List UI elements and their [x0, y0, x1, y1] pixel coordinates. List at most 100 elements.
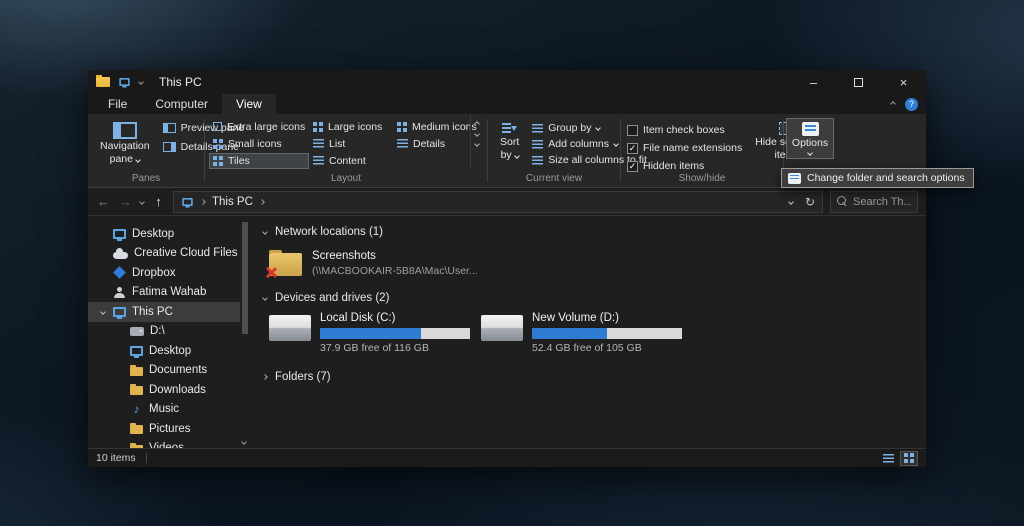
- hard-drive-icon: [269, 315, 311, 341]
- options-button[interactable]: Options: [785, 118, 835, 159]
- layout-gallery-scrollbar[interactable]: [470, 114, 482, 169]
- sidebar-item-pictures[interactable]: Pictures: [88, 419, 240, 439]
- this-pc-qat-icon[interactable]: [119, 78, 130, 88]
- sidebar-item-creative-cloud-files[interactable]: Creative Cloud Files: [88, 244, 240, 264]
- details-pane-icon: [162, 142, 176, 152]
- ribbon-group-show-hide: Item check boxes ✓ File name extensions …: [621, 114, 819, 187]
- scroll-down-icon[interactable]: [240, 439, 247, 445]
- large-icons-view-toggle-button[interactable]: [900, 450, 918, 466]
- group-by-icon: [532, 123, 544, 133]
- group-header-folders[interactable]: Folders (7): [262, 371, 926, 383]
- group-header-network-locations[interactable]: Network locations (1): [262, 226, 926, 238]
- navigation-pane-button[interactable]: Navigation pane: [94, 118, 156, 169]
- maximize-button[interactable]: [836, 70, 881, 94]
- tab-view[interactable]: View: [222, 94, 276, 114]
- sidebar-item-videos[interactable]: Videos: [88, 439, 240, 448]
- sidebar-item-dropbox[interactable]: Dropbox: [88, 263, 240, 283]
- breadcrumb-separator-icon[interactable]: [259, 198, 265, 205]
- maximize-icon: [854, 77, 863, 87]
- chevron-down-icon: [513, 152, 520, 159]
- checkbox-checked-icon[interactable]: ✓: [627, 142, 638, 154]
- layout-option-medium-icons[interactable]: Medium icons: [393, 119, 477, 135]
- drive-new-volume-d[interactable]: New Volume (D:) 52.4 GB free of 105 GB: [481, 312, 682, 354]
- close-button[interactable]: ×: [881, 70, 926, 94]
- medium-icons-icon: [397, 121, 407, 132]
- scrollbar-thumb[interactable]: [241, 222, 248, 334]
- collapse-group-icon[interactable]: [262, 295, 268, 301]
- up-button[interactable]: ↑: [151, 194, 166, 209]
- breadcrumb-this-pc[interactable]: This PC: [212, 196, 253, 208]
- checkbox-file-name-extensions[interactable]: ✓ File name extensions: [627, 141, 742, 155]
- menu-item-change-folder-and-search-options[interactable]: Change folder and search options: [782, 169, 973, 187]
- collapse-ribbon-icon[interactable]: [890, 101, 896, 107]
- forward-button[interactable]: →: [118, 194, 133, 209]
- ribbon-group-panes: Navigation pane Preview pane Details pan…: [88, 114, 244, 187]
- sidebar-item-fatima-wahab[interactable]: Fatima Wahab: [88, 283, 240, 303]
- checkbox-unchecked-icon[interactable]: [627, 124, 638, 136]
- sidebar-scrollbar[interactable]: [240, 216, 249, 448]
- folder-icon: [130, 384, 143, 396]
- expand-group-icon[interactable]: [262, 374, 268, 380]
- folder-icon: [130, 364, 143, 376]
- size-columns-icon: [532, 155, 544, 165]
- tab-file[interactable]: File: [94, 94, 141, 114]
- sidebar-item-desktop[interactable]: Desktop: [88, 224, 240, 244]
- layout-option-details[interactable]: Details: [393, 136, 469, 152]
- gallery-down-icon[interactable]: [473, 131, 480, 137]
- sort-by-button[interactable]: Sort by: [494, 118, 525, 166]
- layout-option-tiles[interactable]: Tiles: [209, 152, 309, 169]
- minimize-button[interactable]: –: [791, 70, 836, 94]
- layout-option-small-icons[interactable]: Small icons: [209, 136, 309, 152]
- music-note-icon: ♪: [133, 401, 140, 416]
- sidebar-item-desktop-2[interactable]: Desktop: [88, 341, 240, 361]
- group-label-current-view: Current view: [525, 173, 583, 184]
- layout-option-large-icons[interactable]: Large icons: [309, 119, 393, 135]
- checkbox-checked-icon[interactable]: ✓: [627, 160, 638, 172]
- tab-computer[interactable]: Computer: [141, 94, 222, 114]
- gallery-more-icon[interactable]: [473, 141, 480, 147]
- large-icons-view-icon: [904, 453, 914, 463]
- address-history-icon[interactable]: [788, 198, 794, 205]
- sidebar-item-documents[interactable]: Documents: [88, 361, 240, 381]
- navigation-bar: ← → ↑ This PC ↻: [88, 188, 926, 216]
- qat-chevron-down-icon[interactable]: [138, 79, 144, 85]
- layout-option-extra-large-icons[interactable]: Extra large icons: [209, 119, 309, 135]
- sidebar-item-music[interactable]: ♪ Music: [88, 400, 240, 420]
- window-controls: – ×: [791, 70, 926, 94]
- small-icons-icon: [213, 138, 223, 149]
- group-label-show-hide: Show/hide: [678, 173, 726, 184]
- extra-large-icons-icon: [213, 122, 222, 131]
- drive-local-disk-c[interactable]: Local Disk (C:) 37.9 GB free of 116 GB: [269, 312, 470, 354]
- layout-gallery: Extra large icons Small icons Tiles Larg…: [205, 114, 477, 169]
- refresh-button[interactable]: ↻: [805, 195, 815, 209]
- navigation-pane: Desktop Creative Cloud Files Dropbox Fat…: [88, 216, 240, 448]
- breadcrumb-separator-icon[interactable]: [200, 198, 206, 205]
- file-explorer-window: This PC – × File Computer View ? Navigat…: [88, 70, 926, 467]
- help-icon[interactable]: ?: [905, 97, 918, 111]
- content-view-icon: [313, 156, 324, 165]
- chevron-down-icon[interactable]: [100, 308, 106, 315]
- this-pc-icon: [182, 197, 193, 208]
- group-header-devices-and-drives[interactable]: Devices and drives (2): [262, 292, 926, 304]
- add-columns-icon: [532, 139, 544, 149]
- collapse-group-icon[interactable]: [262, 229, 268, 235]
- gallery-up-icon[interactable]: [473, 121, 480, 127]
- search-input[interactable]: [853, 195, 911, 208]
- sidebar-item-d-drive[interactable]: D:\: [88, 322, 240, 342]
- sidebar-item-this-pc[interactable]: This PC: [88, 302, 240, 322]
- layout-option-content[interactable]: Content: [309, 153, 393, 169]
- checkbox-item-check-boxes[interactable]: Item check boxes: [627, 123, 742, 137]
- search-box[interactable]: [830, 190, 918, 213]
- window-title: This PC: [159, 75, 202, 89]
- layout-option-list[interactable]: List: [309, 136, 393, 152]
- dropbox-icon: [113, 266, 126, 280]
- checkbox-hidden-items[interactable]: ✓ Hidden items: [627, 159, 742, 173]
- details-view-toggle-button[interactable]: [879, 451, 897, 466]
- titlebar[interactable]: This PC – ×: [88, 70, 926, 94]
- sidebar-item-downloads[interactable]: Downloads: [88, 380, 240, 400]
- back-button[interactable]: ←: [96, 194, 111, 209]
- address-bar[interactable]: This PC ↻: [173, 190, 823, 213]
- network-location-screenshots[interactable]: Screenshots (\\MACBOOKAIR-5B8A\Mac\User.…: [269, 250, 926, 277]
- status-divider: [145, 453, 147, 463]
- recent-locations-button[interactable]: [139, 198, 145, 205]
